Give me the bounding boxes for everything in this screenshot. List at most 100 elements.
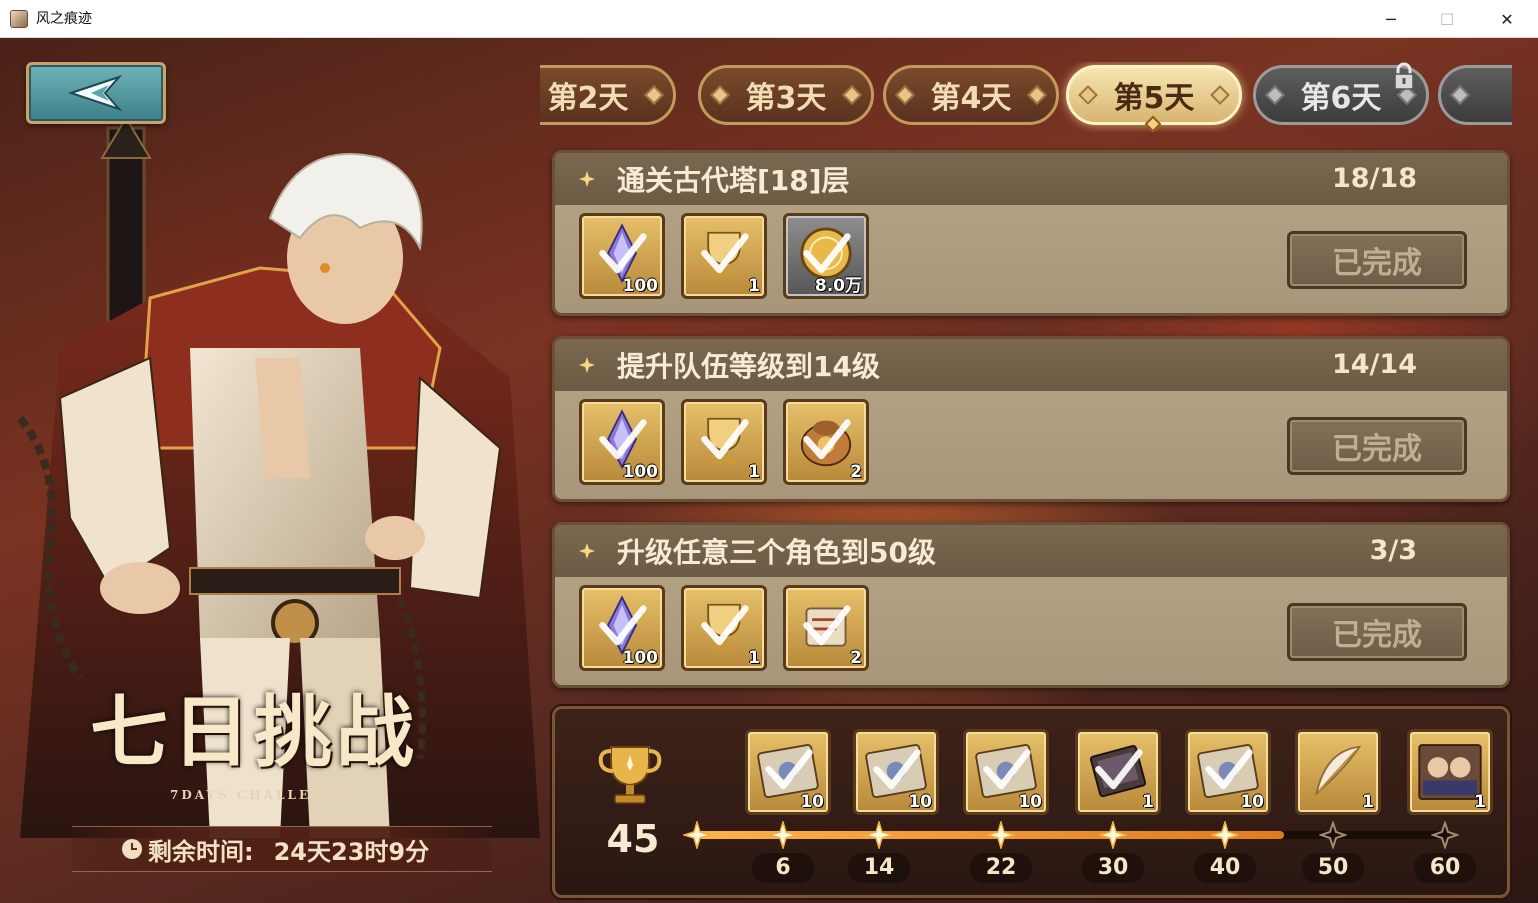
reward-item[interactable]: 100 xyxy=(579,585,665,671)
task-card: 通关古代塔[18]层 18/18 100 1 8.0万 已完成 xyxy=(552,150,1510,316)
task-card: 升级任意三个角色到50级 3/3 100 1 2 已完成 xyxy=(552,522,1510,688)
diamond-icon xyxy=(1078,85,1098,105)
tab-day-3[interactable]: 第3天 xyxy=(698,65,874,125)
task-title: 提升队伍等级到14级 xyxy=(617,350,880,383)
tab-label: 第4天 xyxy=(930,81,1012,116)
reward-qty: 1 xyxy=(748,462,760,482)
completed-button[interactable]: 已完成 xyxy=(1287,417,1467,475)
milestone-label: 22 xyxy=(970,853,1032,883)
reward-item[interactable]: 8.0万 xyxy=(783,213,869,299)
tab-day-7[interactable]: 第 xyxy=(1438,65,1512,125)
reward-item[interactable]: 1 xyxy=(681,585,767,671)
track-reward-item[interactable]: 1 xyxy=(1295,729,1381,815)
diamond-icon xyxy=(1027,85,1047,105)
reward-qty: 10 xyxy=(908,792,932,812)
track-reward-item[interactable]: 10 xyxy=(1185,729,1271,815)
task-title: 通关古代塔[18]层 xyxy=(617,164,850,197)
tab-label: 第2天 xyxy=(547,81,629,116)
reward-item[interactable]: 2 xyxy=(783,399,869,485)
task-rewards: 100 1 2 xyxy=(579,585,869,671)
completed-button[interactable]: 已完成 xyxy=(1287,231,1467,289)
track-start-sparkle-icon xyxy=(683,821,711,849)
reward-qty: 1 xyxy=(1362,792,1374,812)
day-tabs: 第2天 第3天 第4天 第5天 第6天 第 xyxy=(540,62,1512,132)
milestone-label: 6 xyxy=(752,853,814,883)
task-header: 升级任意三个角色到50级 3/3 xyxy=(555,525,1507,577)
reward-qty: 100 xyxy=(622,648,659,668)
track-reward-item[interactable]: 10 xyxy=(745,729,831,815)
milestone-star-reached-icon xyxy=(987,821,1015,849)
accumulated-reward-track: 45 10 10 10 1 10 1 1 6 14 22 30 40 50 60 xyxy=(552,706,1510,898)
reward-qty: 2 xyxy=(850,648,862,668)
milestone-star-reached-icon xyxy=(865,821,893,849)
back-button[interactable] xyxy=(26,62,166,124)
milestone-label: 60 xyxy=(1414,853,1476,883)
milestone-label: 30 xyxy=(1082,853,1144,883)
reward-qty: 10 xyxy=(1240,792,1264,812)
maximize-button[interactable]: ☐ xyxy=(1424,0,1470,38)
event-logo-title: 七日挑战 xyxy=(90,687,419,778)
reward-qty: 100 xyxy=(622,462,659,482)
milestone-label: 50 xyxy=(1302,853,1364,883)
task-rewards: 100 1 2 xyxy=(579,399,869,485)
reward-item[interactable]: 100 xyxy=(579,399,665,485)
tab-label: 第 xyxy=(1511,73,1512,117)
reward-qty: 1 xyxy=(1474,792,1486,812)
reward-item[interactable]: 1 xyxy=(681,213,767,299)
milestone-star-reached-icon xyxy=(1099,821,1127,849)
track-reward-item[interactable]: 1 xyxy=(1407,729,1493,815)
diamond-icon xyxy=(842,85,862,105)
reward-item[interactable]: 100 xyxy=(579,213,665,299)
game-viewport: 七日挑战 7DAYS CHALLENGE 剩余时间: 24天23时9分 第2天 … xyxy=(0,38,1538,903)
remaining-time-value: 24天23时9分 xyxy=(273,837,430,866)
task-progress: 14/14 xyxy=(1331,349,1417,380)
diamond-icon xyxy=(1450,85,1470,105)
reward-qty: 10 xyxy=(1018,792,1042,812)
track-reward-item[interactable]: 10 xyxy=(853,729,939,815)
tab-label: 第5天 xyxy=(1113,81,1195,116)
reward-item[interactable]: 1 xyxy=(681,399,767,485)
diamond-icon xyxy=(895,85,915,105)
event-logo-subtitle: 7DAYS CHALLENGE xyxy=(170,788,351,802)
back-arrow-icon xyxy=(67,74,123,112)
app-icon xyxy=(10,10,28,28)
minimize-button[interactable]: ─ xyxy=(1368,0,1414,38)
event-logo: 七日挑战 7DAYS CHALLENGE xyxy=(70,678,500,803)
sparkle-icon xyxy=(579,357,595,373)
milestone-label: 14 xyxy=(848,853,910,883)
track-reward-item[interactable]: 1 xyxy=(1075,729,1161,815)
milestone-label: 40 xyxy=(1194,853,1256,883)
reward-qty: 100 xyxy=(622,276,659,296)
window-title: 风之痕迹 xyxy=(36,11,92,27)
tab-day-4[interactable]: 第4天 xyxy=(883,65,1059,125)
task-header: 通关古代塔[18]层 18/18 xyxy=(555,153,1507,205)
trophy-icon xyxy=(598,746,662,804)
remaining-time-bar: 剩余时间: 24天23时9分 xyxy=(72,826,492,872)
reward-qty: 2 xyxy=(850,462,862,482)
milestone-star-empty-icon xyxy=(1431,821,1459,849)
milestone-star-reached-icon xyxy=(1211,821,1239,849)
completed-button[interactable]: 已完成 xyxy=(1287,603,1467,661)
reward-qty: 1 xyxy=(1142,792,1154,812)
diamond-icon xyxy=(1210,85,1230,105)
clock-icon xyxy=(122,839,142,859)
tab-day-2[interactable]: 第2天 xyxy=(540,65,676,125)
lock-icon xyxy=(1394,62,1414,90)
tab-label: 第3天 xyxy=(745,81,827,116)
track-reward-item[interactable]: 10 xyxy=(963,729,1049,815)
reward-qty: 10 xyxy=(800,792,824,812)
task-card: 提升队伍等级到14级 14/14 100 1 2 已完成 xyxy=(552,336,1510,502)
task-header: 提升队伍等级到14级 14/14 xyxy=(555,339,1507,391)
diamond-icon xyxy=(710,85,730,105)
remaining-time-label: 剩余时间: xyxy=(148,837,254,866)
close-button[interactable]: ✕ xyxy=(1484,0,1530,38)
sparkle-icon xyxy=(579,543,595,559)
diamond-icon xyxy=(644,85,664,105)
milestone-star-empty-icon xyxy=(1319,821,1347,849)
reward-item[interactable]: 2 xyxy=(783,585,869,671)
tab-label: 第6天 xyxy=(1300,81,1382,116)
sparkle-icon xyxy=(579,171,595,187)
task-title: 升级任意三个角色到50级 xyxy=(617,536,936,569)
score-value: 45 xyxy=(606,817,660,861)
reward-qty: 1 xyxy=(748,276,760,296)
